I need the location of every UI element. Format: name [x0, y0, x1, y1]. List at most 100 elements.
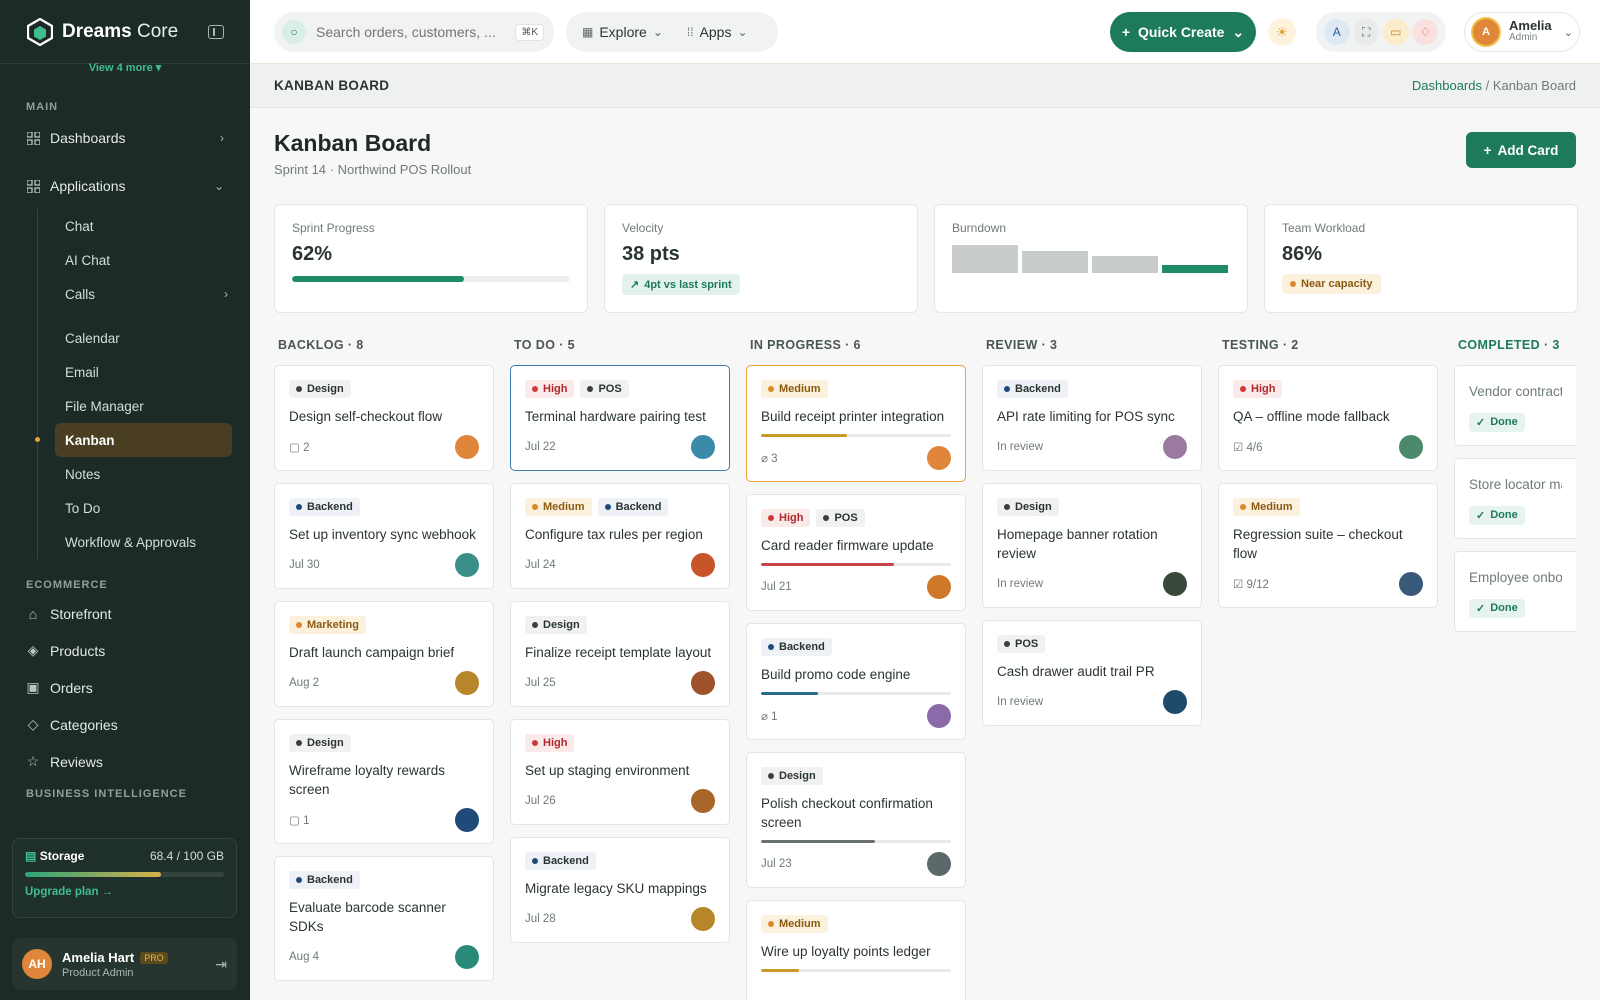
sidebar-user[interactable]: AH Amelia Hart PRO Product Admin ⇥ — [12, 938, 237, 990]
stat-label: Velocity — [622, 221, 664, 235]
nav-todo[interactable]: To Do — [55, 491, 232, 525]
tag-dot-icon — [296, 740, 302, 746]
card-spacer — [525, 814, 715, 824]
kanban-card[interactable]: Design Design self-checkout flow ▢ 2 — [274, 365, 494, 471]
kanban-card[interactable]: Vendor contract s ✓ Done — [1454, 365, 1576, 446]
kanban-card[interactable]: Medium Backend Configure tax rules per reg… — [510, 483, 730, 589]
breadcrumb-dashboards[interactable]: Dashboards — [1412, 78, 1482, 93]
card-meta-text: Jul 24 — [525, 559, 556, 571]
kanban-card[interactable]: High POS Terminal hardware pairing test Jul… — [510, 365, 730, 471]
card-spacer — [761, 471, 951, 481]
upgrade-plan-link[interactable]: Upgrade plan → — [25, 886, 224, 898]
kanban-card[interactable]: Backend Evaluate barcode scanner SDKs Aug … — [274, 856, 494, 981]
translate-icon[interactable]: A — [1323, 19, 1350, 45]
topbar: ○ ⌘K ▦Explore⌄ ⁞⁞Apps⌄ +Quick Create⌄ ☀ … — [250, 0, 1600, 64]
kanban-card[interactable]: High QA – offline mode fallback ☑ 4/6 — [1218, 365, 1438, 471]
page-title: Kanban Board — [274, 130, 432, 156]
tag-medium: Medium — [761, 380, 828, 398]
nav-reviews[interactable]: ☆ Reviews — [0, 743, 250, 780]
clip-icon: ⌀ — [761, 453, 772, 465]
store-icon: ⌂ — [28, 605, 38, 622]
messages-icon[interactable]: ▭ — [1382, 19, 1409, 45]
kanban-card[interactable]: Design Homepage banner rotation review In … — [982, 483, 1202, 608]
nav-categories[interactable]: ◇ Categories — [0, 706, 250, 743]
avatar — [455, 553, 479, 577]
kanban-card[interactable]: Medium Wire up loyalty points ledger — [746, 900, 966, 1000]
nav-file-manager-label: File Manager — [65, 398, 144, 414]
nav-products-label: Products — [50, 642, 106, 659]
chevron-right-icon: › — [224, 287, 228, 301]
kanban-card[interactable]: Store locator map ✓ Done — [1454, 458, 1576, 539]
tag-label: POS — [1015, 638, 1039, 650]
tag-label: Design — [779, 770, 816, 782]
kanban-card[interactable]: High POS Card reader firmware update Jul 21 — [746, 494, 966, 611]
avatar — [691, 671, 715, 695]
nav-chat-label: Chat — [65, 218, 94, 234]
nav-products[interactable]: ◈ Products — [0, 632, 250, 669]
sidebar-toggle-icon[interactable] — [208, 24, 224, 39]
nav-calendar[interactable]: Calendar — [55, 321, 232, 355]
top-menus: ▦ Explore ⌄ ⁞⁞ Apps ⌄ — [566, 12, 778, 52]
kanban-card[interactable]: Design Finalize receipt template layout Ju… — [510, 601, 730, 707]
nav-workflow[interactable]: Workflow & Approvals — [55, 525, 232, 559]
fullscreen-icon[interactable]: ⛶ — [1353, 19, 1380, 45]
section-bi-label: BUSINESS INTELLIGENCE — [26, 788, 187, 800]
card-spacer — [525, 932, 715, 942]
nav-ai-chat[interactable]: AI Chat — [55, 243, 232, 277]
logout-icon[interactable]: ⇥ — [215, 956, 227, 973]
card-meta-text: Jul 28 — [525, 913, 556, 925]
tag-dot-icon — [768, 773, 774, 779]
card-title: Cash drawer audit trail PR — [997, 664, 1155, 679]
account-menu[interactable]: A Amelia Admin ⌄ — [1464, 12, 1580, 52]
view-more-link[interactable]: View 4 more ▾ — [0, 61, 250, 77]
kanban-card[interactable]: Backend Build promo code engine ⌀ 1 — [746, 623, 966, 740]
stat-value: 62% — [292, 243, 333, 265]
nav-storefront-label: Storefront — [50, 605, 112, 622]
card-meta-text: Jul 21 — [761, 581, 792, 593]
nav-kanban[interactable]: Kanban — [35, 423, 232, 457]
kanban-card[interactable]: Backend API rate limiting for POS sync In … — [982, 365, 1202, 471]
add-card-button[interactable]: + Add Card — [1466, 132, 1576, 168]
explore-menu[interactable]: ▦ Explore ⌄ — [582, 24, 663, 40]
section-ecommerce-label: ECOMMERCE — [26, 579, 108, 591]
kanban-card[interactable]: Design Polish checkout confirmation scree… — [746, 752, 966, 888]
kanban-card[interactable]: Design Wireframe loyalty rewards screen ▢ … — [274, 719, 494, 844]
nav-notes[interactable]: Notes — [55, 457, 232, 491]
breadcrumb: Dashboards / Kanban Board — [1412, 78, 1576, 93]
nav-orders[interactable]: ▣ Orders — [0, 669, 250, 706]
nav-calls[interactable]: Calls › — [55, 277, 232, 311]
nav-ai-chat-label: AI Chat — [65, 252, 111, 268]
kanban-card[interactable]: Marketing Draft launch campaign brief Aug … — [274, 601, 494, 707]
bell-icon[interactable]: ♢ — [1412, 19, 1439, 45]
tag-high: High — [525, 380, 575, 398]
kanban-card[interactable]: Medium Regression suite – checkout flow ☑ … — [1218, 483, 1438, 608]
apps-menu[interactable]: ⁞⁞ Apps ⌄ — [687, 24, 748, 40]
card-meta-text: 3 — [771, 453, 778, 465]
kanban-card[interactable]: Medium Build receipt printer integration ⌀… — [746, 365, 966, 482]
grid-icon: ▦ — [582, 25, 594, 39]
tag-label: High — [779, 512, 804, 524]
nav-storefront[interactable]: ⌂ Storefront — [0, 595, 250, 632]
nav-applications-label: Applications — [50, 178, 126, 194]
nav-applications[interactable]: Applications ⌄ — [0, 167, 250, 205]
search-input[interactable] — [316, 24, 496, 40]
theme-toggle-icon[interactable]: ☀ — [1268, 18, 1296, 46]
nav-dashboards[interactable]: Dashboards › — [0, 119, 250, 157]
card-meta: Jul 21 — [761, 581, 792, 593]
kanban-card[interactable]: Employee onboar checklist ✓ Done — [1454, 551, 1576, 632]
tag-label: High — [543, 737, 568, 749]
search-bar[interactable]: ○ ⌘K — [274, 12, 554, 52]
kanban-card[interactable]: High Set up staging environment Jul 26 — [510, 719, 730, 825]
kanban-card[interactable]: Backend Set up inventory sync webhook Jul … — [274, 483, 494, 589]
nav-chat[interactable]: Chat — [55, 209, 232, 243]
card-footer: In review — [997, 571, 1187, 597]
kanban-card[interactable]: POS Cash drawer audit trail PR In review — [982, 620, 1202, 726]
avatar — [927, 852, 951, 876]
card-tags: High POS — [761, 509, 951, 527]
card-progress — [761, 969, 951, 972]
nav-email-label: Email — [65, 364, 99, 380]
nav-email[interactable]: Email — [55, 355, 232, 389]
quick-create-button[interactable]: + Quick Create ⌄ — [1110, 12, 1256, 52]
nav-file-manager[interactable]: File Manager — [55, 389, 232, 423]
kanban-card[interactable]: Backend Migrate legacy SKU mappings Jul 28 — [510, 837, 730, 943]
